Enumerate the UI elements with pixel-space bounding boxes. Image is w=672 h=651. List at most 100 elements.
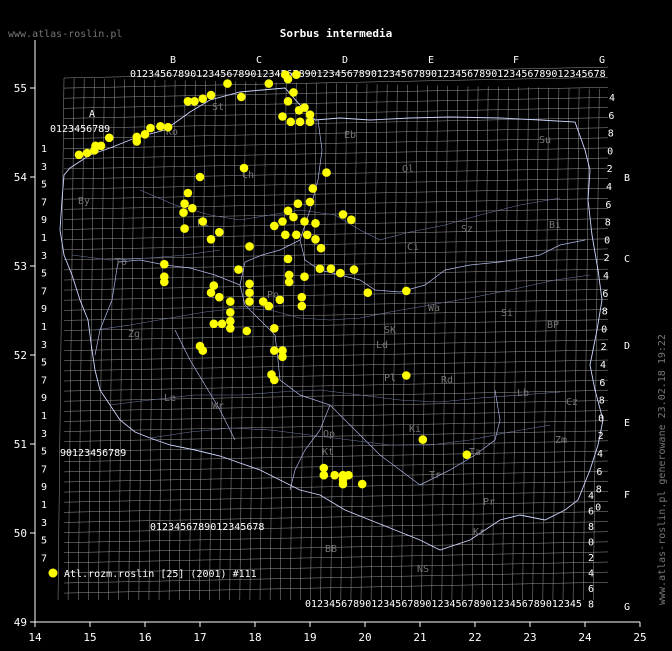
grid-digit-col: 5	[41, 269, 47, 280]
occurrence-dot	[198, 217, 208, 226]
occurrence-dot	[283, 97, 293, 106]
grid-digit-col: 3	[41, 251, 47, 262]
grid-letter-top: D	[342, 55, 348, 66]
grid-digit-col: 3	[41, 340, 47, 351]
region-code: Wa	[428, 303, 440, 314]
grid-vline	[360, 84, 368, 601]
region-code: Eb	[344, 130, 356, 141]
occurrence-dot	[180, 199, 189, 208]
occurrence-dot	[188, 203, 197, 213]
occurrence-dot	[245, 297, 254, 306]
occurrence-dot	[319, 470, 329, 480]
grid-digit-col: 7	[41, 464, 47, 475]
grid-digit-col: 4	[588, 569, 594, 580]
lon-tick-label: 14	[28, 631, 42, 644]
region-code: Wr	[212, 401, 224, 412]
grid-hline	[63, 188, 609, 200]
grid-digit-col: 2	[604, 253, 610, 264]
grid-vline	[340, 83, 348, 601]
atpol-grid	[57, 66, 609, 601]
grid-digit-col: 0	[595, 502, 601, 513]
grid-digit-col: 8	[588, 522, 594, 533]
grid-digit-col: 4	[606, 182, 612, 193]
grid-digits-row: 0123456789012345678	[150, 522, 264, 533]
grid-digit-col: 6	[588, 507, 594, 518]
grid-digit-col: 8	[599, 396, 605, 407]
grid-digit-col: 4	[600, 360, 606, 371]
grid-vline	[461, 86, 469, 601]
occurrence-dot	[363, 288, 373, 298]
grid-digit-col: 2	[588, 553, 594, 564]
grid-digit-col: 3	[41, 429, 47, 440]
occurrence-dot	[278, 352, 287, 362]
grid-vline	[411, 85, 418, 601]
grid-letter-side: D	[624, 341, 630, 352]
occurrence-dot	[462, 450, 472, 460]
occurrence-dot	[302, 230, 312, 240]
grid-letter-top: B	[170, 55, 176, 66]
occurrence-dot	[292, 70, 301, 79]
occurrence-dot	[215, 227, 224, 237]
occurrence-dot	[297, 301, 307, 311]
grid-letter-side: G	[624, 602, 630, 613]
occurrence-dot	[245, 242, 254, 251]
grid-digits-row: 0123456789	[50, 124, 110, 135]
occurrence-dot	[300, 217, 309, 226]
grid-digit-col: 5	[41, 447, 47, 458]
lon-tick-label: 22	[468, 631, 481, 644]
occurrence-dot	[281, 230, 290, 240]
grid-vline	[431, 85, 438, 601]
grid-hline	[63, 299, 609, 311]
region-code: St	[212, 102, 224, 113]
grid-vline	[481, 86, 489, 601]
grid-digit-col: 0	[601, 324, 607, 335]
grid-digit-col: 4	[597, 449, 603, 460]
occurrence-dot	[74, 150, 84, 160]
occurrence-dot	[104, 133, 114, 143]
region-code: Ol	[402, 164, 414, 175]
grid-digit-col: 9	[41, 304, 47, 315]
lon-tick-label: 24	[578, 631, 592, 644]
map-title: Sorbus intermedia	[280, 27, 393, 40]
grid-letter-side: F	[624, 490, 630, 501]
region-code: Ki	[409, 424, 421, 435]
region-code: To	[115, 257, 127, 268]
grid-digit-col: 6	[596, 467, 602, 478]
region-code: Ta	[469, 447, 481, 458]
occurrence-dot	[198, 94, 208, 103]
grid-letter-top: G	[599, 55, 605, 66]
grid-hline	[63, 410, 609, 422]
lat-tick-label: 55	[14, 82, 27, 95]
grid-vline	[350, 83, 358, 601]
lon-tick-label: 16	[138, 631, 151, 644]
grid-digit-col: 3	[41, 518, 47, 529]
grid-hline	[63, 369, 609, 382]
lat-tick-label: 52	[14, 349, 27, 362]
occurrence-dot	[275, 295, 285, 305]
occurrence-dot	[357, 479, 367, 489]
occurrence-dot	[295, 117, 305, 127]
region-code: Pl	[384, 373, 396, 384]
grid-digit-col: 8	[596, 485, 602, 496]
occurrence-dot	[283, 74, 293, 84]
occurrence-dot	[322, 168, 331, 177]
region-code: Su	[539, 135, 551, 146]
grid-hline	[63, 450, 609, 463]
occurrence-dot	[264, 79, 274, 88]
region-code: Pr	[483, 497, 495, 508]
grid-digit-col: 9	[41, 215, 47, 226]
grid-digit-col: 1	[41, 144, 47, 155]
occurrence-dot	[206, 235, 216, 244]
region-code: Le	[164, 393, 176, 404]
grid-hline	[63, 400, 609, 412]
grid-vline	[471, 86, 479, 601]
occurrence-dot	[402, 286, 411, 296]
lon-tick-label: 21	[413, 631, 426, 644]
grid-hline	[63, 87, 609, 99]
grid-vline	[421, 85, 428, 601]
grid-hline	[63, 339, 609, 351]
grid-digit-col: 5	[41, 180, 47, 191]
grid-hline	[63, 420, 609, 432]
lat-tick-label: 53	[14, 260, 27, 273]
occurrence-dot	[245, 288, 254, 298]
